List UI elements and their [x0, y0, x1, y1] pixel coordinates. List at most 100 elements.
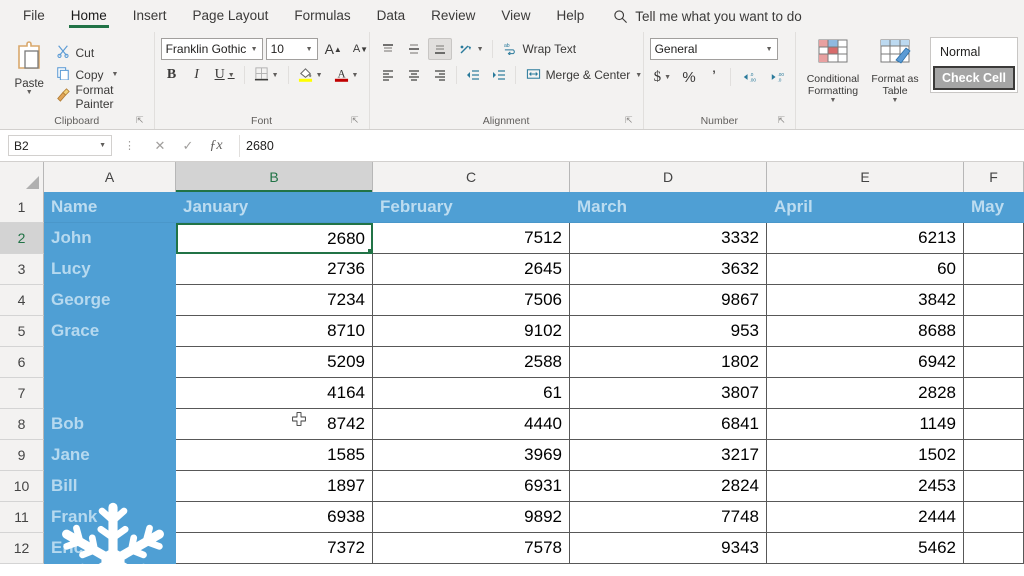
cell-b2[interactable]: 2680	[176, 223, 373, 254]
cell-b5[interactable]: 8710	[176, 316, 373, 347]
tab-home[interactable]: Home	[58, 4, 120, 29]
cell-e3[interactable]: 60	[767, 254, 964, 285]
cell-e9[interactable]: 1502	[767, 440, 964, 471]
cell-b3[interactable]: 2736	[176, 254, 373, 285]
cell-c11[interactable]: 9892	[373, 502, 570, 533]
font-color-button[interactable]: A ▼	[330, 64, 363, 86]
cell-a11[interactable]: Frank	[44, 502, 176, 533]
cell-b10[interactable]: 1897	[176, 471, 373, 502]
tab-formulas[interactable]: Formulas	[281, 4, 363, 29]
cell-d2[interactable]: 3332	[570, 223, 767, 254]
chevron-down-icon[interactable]: ▼	[762, 46, 773, 53]
cell-f12[interactable]	[964, 533, 1024, 564]
row-header-7[interactable]: 7	[0, 378, 44, 409]
row-header-5[interactable]: 5	[0, 316, 44, 347]
row-header-2[interactable]: 2	[0, 223, 44, 254]
cell-a4[interactable]: George	[44, 285, 176, 316]
cell-d6[interactable]: 1802	[570, 347, 767, 378]
cell-style-normal[interactable]: Normal	[933, 40, 1015, 64]
chevron-down-icon[interactable]: ▼	[635, 72, 642, 79]
tab-insert[interactable]: Insert	[120, 4, 180, 29]
orientation-button[interactable]: ▼	[454, 38, 488, 60]
cell-a2[interactable]: John	[44, 223, 176, 254]
formula-input[interactable]: 2680	[239, 134, 1020, 157]
merge-and-center-button[interactable]: Merge & Center ▼	[520, 64, 649, 86]
cell-e6[interactable]: 6942	[767, 347, 964, 378]
currency-button[interactable]: $ ▼	[650, 66, 675, 88]
cell-e10[interactable]: 2453	[767, 471, 964, 502]
cell-c10[interactable]: 6931	[373, 471, 570, 502]
cell-b11[interactable]: 6938	[176, 502, 373, 533]
cell-f6[interactable]	[964, 347, 1024, 378]
tell-me-box[interactable]: Tell me what you want to do	[613, 9, 802, 24]
cell-f2[interactable]	[964, 223, 1024, 254]
cell-e8[interactable]: 1149	[767, 409, 964, 440]
cell-b12[interactable]: 7372	[176, 533, 373, 564]
cell-c2[interactable]: 7512	[373, 223, 570, 254]
cut-button[interactable]: Cut	[52, 42, 147, 63]
row-header-10[interactable]: 10	[0, 471, 44, 502]
align-center-button[interactable]	[402, 64, 426, 86]
cell-c12[interactable]: 7578	[373, 533, 570, 564]
cell-f10[interactable]	[964, 471, 1024, 502]
cell-e7[interactable]: 2828	[767, 378, 964, 409]
italic-button[interactable]: I	[186, 64, 208, 86]
fill-color-button[interactable]: ▼	[294, 64, 327, 86]
tab-review[interactable]: Review	[418, 4, 488, 29]
cell-d12[interactable]: 9343	[570, 533, 767, 564]
name-box[interactable]: B2 ▼	[8, 135, 112, 156]
cell-style-check-cell[interactable]: Check Cell	[933, 66, 1015, 90]
align-bottom-button[interactable]	[427, 38, 452, 60]
cell-d4[interactable]: 9867	[570, 285, 767, 316]
column-header-b[interactable]: B	[176, 162, 373, 192]
column-header-a[interactable]: A	[44, 162, 176, 192]
increase-decimal-button[interactable]: .0.00	[736, 66, 761, 88]
wrap-text-button[interactable]: ab Wrap Text	[497, 38, 583, 60]
row-header-11[interactable]: 11	[0, 502, 44, 533]
increase-indent-button[interactable]	[487, 64, 511, 86]
cell-a3[interactable]: Lucy	[44, 254, 176, 285]
chevron-down-icon[interactable]: ▼	[99, 142, 106, 149]
align-left-button[interactable]	[376, 64, 400, 86]
cell-d9[interactable]: 3217	[570, 440, 767, 471]
chevron-down-icon[interactable]: ▼	[892, 97, 899, 104]
cell-c4[interactable]: 7506	[373, 285, 570, 316]
tab-view[interactable]: View	[488, 4, 543, 29]
cell-f11[interactable]	[964, 502, 1024, 533]
select-all-button[interactable]	[0, 162, 44, 192]
number-format-combo[interactable]: General ▼	[649, 38, 778, 60]
tab-page-layout[interactable]: Page Layout	[180, 4, 282, 29]
cell-e4[interactable]: 3842	[767, 285, 964, 316]
insert-function-icon[interactable]: ƒx	[203, 135, 229, 157]
cell-e11[interactable]: 2444	[767, 502, 964, 533]
formula-bar-grip[interactable]: ⋮	[124, 139, 135, 152]
cell-d11[interactable]: 7748	[570, 502, 767, 533]
grow-font-button[interactable]: A ▲	[321, 38, 346, 60]
cell-f5[interactable]	[964, 316, 1024, 347]
cell-d3[interactable]: 3632	[570, 254, 767, 285]
cell-f8[interactable]	[964, 409, 1024, 440]
column-header-c[interactable]: C	[373, 162, 570, 192]
font-name-combo[interactable]: Franklin Gothic M ▼	[160, 38, 263, 60]
chevron-down-icon[interactable]: ▼	[302, 46, 313, 53]
cell-c3[interactable]: 2645	[373, 254, 570, 285]
tab-file[interactable]: File	[10, 4, 58, 29]
check-icon[interactable]: ✓	[175, 135, 201, 157]
cell-f9[interactable]	[964, 440, 1024, 471]
align-top-button[interactable]	[376, 38, 400, 60]
cell-c1[interactable]: February	[373, 192, 570, 223]
cell-f4[interactable]	[964, 285, 1024, 316]
cell-d7[interactable]: 3807	[570, 378, 767, 409]
chevron-down-icon[interactable]: ▼	[112, 71, 119, 78]
cell-d10[interactable]: 2824	[570, 471, 767, 502]
cell-a1[interactable]: Name	[44, 192, 176, 223]
cell-b1[interactable]: January	[176, 192, 373, 223]
cell-a8[interactable]: Bob	[44, 409, 176, 440]
comma-style-button[interactable]: ’	[703, 66, 725, 88]
cell-e5[interactable]: 8688	[767, 316, 964, 347]
cell-b9[interactable]: 1585	[176, 440, 373, 471]
paste-button[interactable]: Paste ▼	[6, 38, 52, 96]
cell-a6[interactable]	[44, 347, 176, 378]
number-dialog-launcher[interactable]: ⇱	[777, 113, 785, 128]
cell-d8[interactable]: 6841	[570, 409, 767, 440]
